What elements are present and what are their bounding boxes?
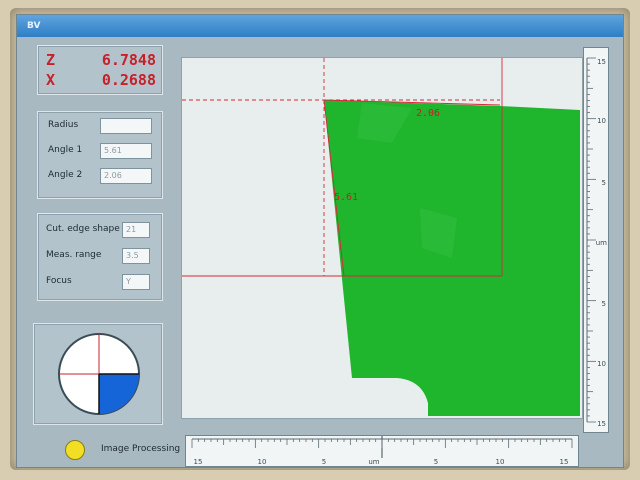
vscale-label-unit: um xyxy=(596,239,607,247)
vertical-scale-ruler: 15 10 5 um 5 10 15 xyxy=(586,57,607,428)
hscale-label-right-15: 15 xyxy=(560,458,569,466)
meas-range-field[interactable]: 3.5 xyxy=(122,248,150,264)
angle-side-label: 5.61 xyxy=(334,192,358,203)
cut-edge-shape-field[interactable]: 21 xyxy=(122,222,150,238)
radius-field[interactable] xyxy=(100,118,152,134)
x-value: 0.2688 xyxy=(101,71,156,89)
hscale-label-left-5: 5 xyxy=(322,458,326,466)
hscale-label-left-15: 15 xyxy=(194,458,203,466)
image-processing-label: Image Processing xyxy=(101,444,181,454)
window-title: BV xyxy=(17,15,623,37)
tool-image: 2.06 5.61 xyxy=(182,58,580,416)
orientation-gauge xyxy=(58,333,140,415)
hscale-label-right-5: 5 xyxy=(434,458,438,466)
focus-label: Focus xyxy=(46,276,72,286)
angle2-field[interactable]: 2.06 xyxy=(100,168,152,184)
radius-label: Radius xyxy=(48,120,79,130)
vscale-label-bottom-5: 5 xyxy=(602,300,606,308)
horizontal-scale[interactable]: 15 10 5 um 5 10 15 xyxy=(185,435,579,467)
image-processing-led xyxy=(65,440,85,460)
geometry-panel: Radius Angle 1 5.61 Angle 2 2.06 xyxy=(37,111,163,199)
vscale-label-top-10: 10 xyxy=(597,117,606,125)
focus-field[interactable]: Y xyxy=(122,274,150,290)
horizontal-scale-ruler: 15 10 5 um 5 10 15 xyxy=(191,436,573,466)
angle-top-label: 2.06 xyxy=(416,108,440,119)
app-window: BV Z 6.7848 X 0.2688 Radius Angle 1 5.61… xyxy=(16,14,624,468)
measurement-panel: Cut. edge shape 21 Meas. range 3.5 Focus… xyxy=(37,213,163,301)
coordinate-readout: Z 6.7848 X 0.2688 xyxy=(37,45,163,95)
hscale-label-left-10: 10 xyxy=(258,458,267,466)
angle1-label: Angle 1 xyxy=(48,145,83,155)
x-coordinate-row: X 0.2688 xyxy=(38,71,162,93)
z-axis-label: Z xyxy=(46,51,56,69)
camera-viewport[interactable]: 2.06 5.61 xyxy=(181,57,583,419)
angle2-label: Angle 2 xyxy=(48,170,83,180)
x-axis-label: X xyxy=(46,71,56,89)
z-coordinate-row: Z 6.7848 xyxy=(38,51,162,73)
vertical-scale[interactable]: 15 10 5 um 5 10 15 xyxy=(583,47,609,433)
vscale-label-bottom-15: 15 xyxy=(597,420,606,428)
cut-edge-shape-label: Cut. edge shape xyxy=(46,224,120,234)
hscale-label-right-10: 10 xyxy=(496,458,505,466)
angle1-field[interactable]: 5.61 xyxy=(100,143,152,159)
meas-range-label: Meas. range xyxy=(46,250,102,260)
hscale-label-unit: um xyxy=(368,458,379,466)
vscale-label-top-15: 15 xyxy=(597,58,606,66)
z-value: 6.7848 xyxy=(101,51,156,69)
gauge-quadrant-fill xyxy=(99,374,139,414)
vscale-label-bottom-10: 10 xyxy=(597,360,606,368)
orientation-gauge-panel xyxy=(33,323,163,425)
vscale-label-top-5: 5 xyxy=(602,179,606,187)
